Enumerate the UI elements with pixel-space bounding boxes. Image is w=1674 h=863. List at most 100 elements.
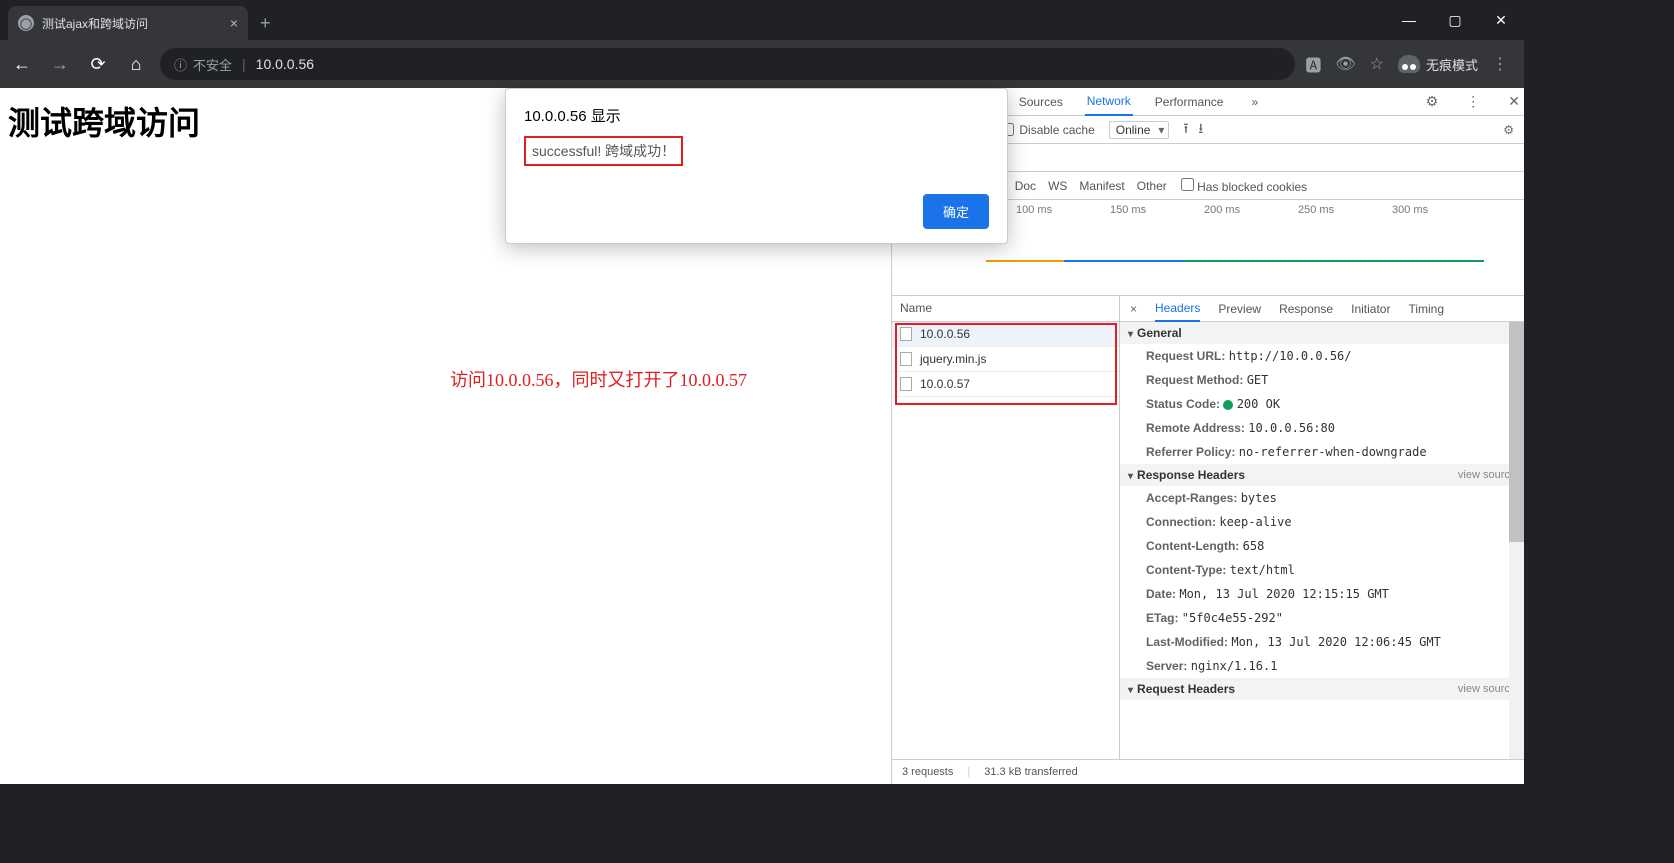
kv-etag: ETag: "5f0c4e55-292" xyxy=(1120,606,1524,630)
address-bar[interactable]: ⓘ 不安全 | 10.0.0.56 xyxy=(160,48,1295,80)
document-icon xyxy=(900,377,912,391)
kv-accept-ranges: Accept-Ranges: bytes xyxy=(1120,486,1524,510)
forward-button[interactable]: → xyxy=(46,54,74,75)
kv-status: Status Code: 200 OK xyxy=(1120,392,1524,416)
close-tab-icon[interactable]: × xyxy=(230,15,238,31)
eye-off-icon[interactable]: 👁 xyxy=(1335,54,1355,74)
timeline-segment xyxy=(1184,260,1484,262)
status-transferred: 31.3 kB transferred xyxy=(984,766,1078,778)
close-devtools-icon[interactable]: ✕ xyxy=(1504,93,1524,110)
throttling-select[interactable]: Online xyxy=(1109,121,1170,139)
kv-connection: Connection: keep-alive xyxy=(1120,510,1524,534)
close-detail-icon[interactable]: × xyxy=(1130,302,1137,316)
globe-icon: ◯ xyxy=(18,15,34,31)
kv-content-length: Content-Length: 658 xyxy=(1120,534,1524,558)
upload-har-icon[interactable]: ⭱ xyxy=(1183,118,1188,142)
filter-other[interactable]: Other xyxy=(1137,179,1167,193)
section-general[interactable]: General xyxy=(1120,322,1524,344)
gear-icon[interactable]: ⚙ xyxy=(1422,93,1443,110)
download-har-icon[interactable]: ⭳ xyxy=(1198,118,1203,142)
section-request-headers[interactable]: Request Headersview source xyxy=(1120,678,1524,700)
view-source-link[interactable]: view source xyxy=(1458,469,1516,481)
more-tabs-icon[interactable]: » xyxy=(1245,95,1264,109)
kebab-menu-icon[interactable]: ⋮ xyxy=(1492,54,1508,74)
toolbar: ← → ⟳ ⌂ ⓘ 不安全 | 10.0.0.56 🅰 👁 ☆ 无痕模式 ⋮ xyxy=(0,40,1524,88)
has-blocked-cookies-checkbox[interactable]: Has blocked cookies xyxy=(1181,178,1307,194)
close-window-button[interactable]: ✕ xyxy=(1478,0,1524,40)
request-list: Name 10.0.0.56 jquery.min.js 10.0.0.57 xyxy=(892,296,1120,759)
subtab-preview[interactable]: Preview xyxy=(1218,297,1261,321)
alert-message: successful! 跨域成功！ xyxy=(524,136,683,166)
incognito-indicator: 无痕模式 xyxy=(1398,55,1478,74)
kv-server: Server: nginx/1.16.1 xyxy=(1120,654,1524,678)
document-icon xyxy=(900,327,912,341)
section-response-headers[interactable]: Response Headersview source xyxy=(1120,464,1524,486)
kv-remote: Remote Address: 10.0.0.56:80 xyxy=(1120,416,1524,440)
window-controls: — ▢ ✕ xyxy=(1386,0,1524,40)
viewport: 测试跨域访问 访问10.0.0.56，同时又打开了10.0.0.57 10.0.… xyxy=(0,88,1524,784)
bookmark-star-icon[interactable]: ☆ xyxy=(1370,54,1384,74)
disable-cache-checkbox[interactable]: Disable cache xyxy=(1001,123,1094,137)
timeline-segment xyxy=(1064,260,1184,262)
tab-title: 测试ajax和跨域访问 xyxy=(42,15,148,32)
request-row[interactable]: 10.0.0.56 xyxy=(892,322,1119,347)
document-icon xyxy=(900,352,912,366)
request-row[interactable]: 10.0.0.57 xyxy=(892,372,1119,397)
reload-button[interactable]: ⟳ xyxy=(84,54,112,75)
back-button[interactable]: ← xyxy=(8,54,36,75)
subtab-headers[interactable]: Headers xyxy=(1155,296,1200,322)
tick: 200 ms xyxy=(1204,204,1298,216)
scrollbar[interactable] xyxy=(1509,322,1524,759)
filter-ws[interactable]: WS xyxy=(1048,179,1067,193)
kebab-icon[interactable]: ⋮ xyxy=(1462,93,1484,110)
tick: 100 ms xyxy=(1016,204,1110,216)
subtab-response[interactable]: Response xyxy=(1279,297,1333,321)
view-source-link[interactable]: view source xyxy=(1458,683,1516,695)
tab-network[interactable]: Network xyxy=(1085,88,1133,116)
network-settings-icon[interactable]: ⚙ xyxy=(1503,123,1514,137)
filter-manifest[interactable]: Manifest xyxy=(1079,179,1124,193)
network-status-bar: 3 requests | 31.3 kB transferred xyxy=(892,760,1524,784)
annotation-text: 访问10.0.0.56，同时又打开了10.0.0.57 xyxy=(450,366,747,392)
subtab-initiator[interactable]: Initiator xyxy=(1351,297,1390,321)
home-button[interactable]: ⌂ xyxy=(122,54,150,75)
tab-performance[interactable]: Performance xyxy=(1153,89,1226,115)
detail-tabs: × Headers Preview Response Initiator Tim… xyxy=(1120,296,1524,322)
filter-doc[interactable]: Doc xyxy=(1015,179,1036,193)
incognito-icon xyxy=(1398,55,1420,73)
url-text: 10.0.0.56 xyxy=(256,56,314,72)
divider: | xyxy=(242,56,246,72)
insecure-label: 不安全 xyxy=(193,55,232,74)
tick: 150 ms xyxy=(1110,204,1204,216)
tab-sources[interactable]: Sources xyxy=(1017,89,1065,115)
minimize-button[interactable]: — xyxy=(1386,0,1432,40)
kv-content-type: Content-Type: text/html xyxy=(1120,558,1524,582)
tick: 250 ms xyxy=(1298,204,1392,216)
new-tab-button[interactable]: + xyxy=(260,13,271,34)
status-dot-icon xyxy=(1223,400,1233,410)
request-list-header: Name xyxy=(892,296,1119,322)
info-icon: ⓘ xyxy=(174,55,187,74)
js-alert-dialog: 10.0.0.56 显示 successful! 跨域成功！ 确定 xyxy=(505,88,1008,244)
status-requests: 3 requests xyxy=(902,766,953,778)
security-indicator[interactable]: ⓘ 不安全 xyxy=(174,55,232,74)
request-detail: × Headers Preview Response Initiator Tim… xyxy=(1120,296,1524,759)
alert-title: 10.0.0.56 显示 xyxy=(524,105,989,126)
subtab-timing[interactable]: Timing xyxy=(1408,297,1444,321)
maximize-button[interactable]: ▢ xyxy=(1432,0,1478,40)
kv-request-url: Request URL: http://10.0.0.56/ xyxy=(1120,344,1524,368)
alert-ok-button[interactable]: 确定 xyxy=(923,194,989,229)
network-main: Name 10.0.0.56 jquery.min.js 10.0.0.57 ×… xyxy=(892,296,1524,760)
scrollbar-thumb[interactable] xyxy=(1509,322,1524,542)
kv-method: Request Method: GET xyxy=(1120,368,1524,392)
translate-icon[interactable]: 🅰 xyxy=(1305,52,1321,76)
kv-date: Date: Mon, 13 Jul 2020 12:15:15 GMT xyxy=(1120,582,1524,606)
kv-referrer: Referrer Policy: no-referrer-when-downgr… xyxy=(1120,440,1524,464)
request-row[interactable]: jquery.min.js xyxy=(892,347,1119,372)
browser-tab[interactable]: ◯ 测试ajax和跨域访问 × xyxy=(8,6,248,40)
web-page: 测试跨域访问 访问10.0.0.56，同时又打开了10.0.0.57 10.0.… xyxy=(0,88,891,784)
tick: 300 ms xyxy=(1392,204,1486,216)
timeline-segment xyxy=(986,260,1064,262)
toolbar-right: 🅰 👁 ☆ 无痕模式 ⋮ xyxy=(1305,52,1516,76)
kv-last-modified: Last-Modified: Mon, 13 Jul 2020 12:06:45… xyxy=(1120,630,1524,654)
